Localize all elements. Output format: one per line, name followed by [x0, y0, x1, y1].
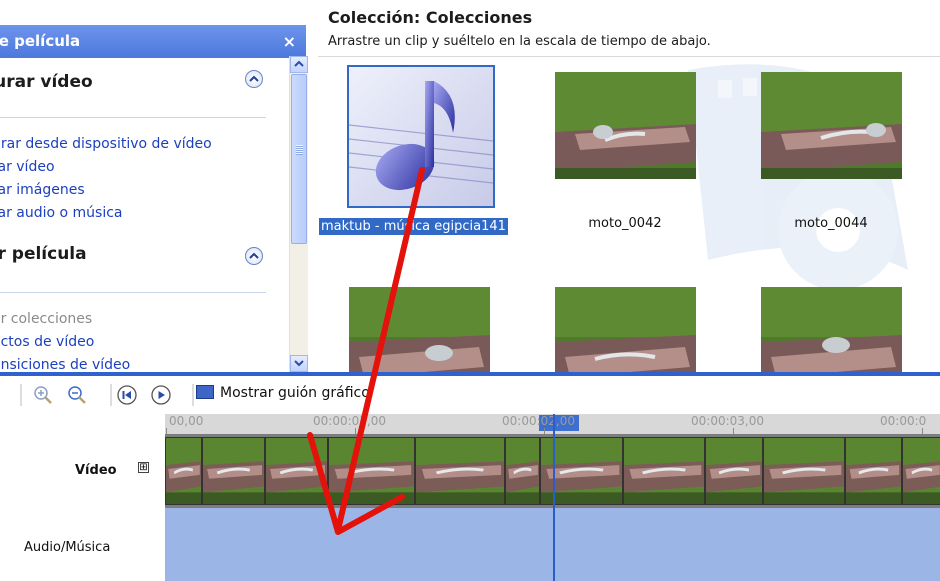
video-track-label: Vídeo	[75, 463, 117, 478]
storyboard-icon	[196, 385, 214, 399]
play-icon[interactable]	[150, 384, 172, 406]
task-import-video[interactable]: tar vídeo	[0, 159, 55, 175]
video-frame[interactable]	[328, 437, 415, 505]
collapse-section-icon[interactable]	[245, 247, 263, 265]
collapse-section-icon[interactable]	[245, 70, 263, 88]
scrollbar-thumb[interactable]	[291, 74, 307, 244]
tasks-pane-title: de película	[0, 32, 81, 50]
video-frame[interactable]	[165, 437, 202, 505]
clip-music[interactable]: maktub - música egipcia141	[319, 65, 508, 235]
clip-caption: moto_0044	[794, 216, 868, 231]
video-thumbnail	[555, 72, 696, 179]
capture-video-section-title[interactable]: turar vídeo	[0, 72, 93, 92]
timeline-toolbar: Mostrar guión gráfico	[0, 376, 940, 414]
video-frame[interactable]	[505, 437, 540, 505]
video-thumbnail	[761, 72, 902, 179]
section-divider	[0, 117, 266, 118]
collection-divider	[318, 56, 940, 57]
zoom-in-icon[interactable]	[32, 384, 54, 406]
task-video-transitions[interactable]: ansiciones de vídeo	[0, 357, 130, 372]
video-frame[interactable]	[705, 437, 763, 505]
ruler-tick-label: 00:00:01,00	[313, 414, 386, 428]
clip-caption: moto_0042	[588, 216, 662, 231]
toolbar-separator	[20, 384, 22, 406]
task-import-pictures[interactable]: tar imágenes	[0, 182, 85, 198]
task-show-collections[interactable]: ar colecciones	[0, 311, 92, 327]
video-frame[interactable]	[623, 437, 705, 505]
video-thumbnail	[349, 287, 490, 372]
task-capture-from-device[interactable]: urar desde dispositivo de vídeo	[0, 136, 212, 152]
section-divider	[0, 292, 266, 293]
show-storyboard-button[interactable]: Mostrar guión gráfico	[196, 385, 370, 405]
collection-title: Colección: Colecciones	[328, 8, 533, 27]
video-frame[interactable]	[415, 437, 505, 505]
tasks-pane: de película × turar vídeo urar desde dis…	[0, 0, 318, 372]
tasks-scrollbar[interactable]	[289, 56, 308, 372]
close-icon[interactable]: ×	[283, 25, 296, 58]
storyboard-label: Mostrar guión gráfico	[220, 385, 370, 401]
edit-movie-section-title[interactable]: ar película	[0, 244, 87, 264]
video-frame[interactable]	[902, 437, 940, 505]
video-frame[interactable]	[763, 437, 845, 505]
scroll-down-button[interactable]	[290, 355, 308, 372]
video-frame[interactable]	[265, 437, 328, 505]
ruler-tick-label: 00,00	[169, 414, 204, 428]
ruler-tick-label: 00:00:03,00	[691, 414, 764, 428]
video-frame[interactable]	[845, 437, 902, 505]
task-video-effects[interactable]: ectos de vídeo	[0, 334, 94, 350]
track-labels: Vídeo ⊞ Audio/Música	[0, 434, 165, 581]
collection-subtitle: Arrastre un clip y suéltelo en la escala…	[328, 34, 711, 49]
playhead-line[interactable]	[553, 414, 555, 581]
music-note-icon	[348, 67, 494, 206]
task-import-audio[interactable]: tar audio o música	[0, 205, 123, 221]
rewind-icon[interactable]	[116, 384, 138, 406]
ruler-tick-label: 00:00:02,00	[502, 414, 575, 428]
ruler-tick-label: 00:00:0	[880, 414, 927, 428]
zoom-out-icon[interactable]	[66, 384, 88, 406]
expand-icon[interactable]: ⊞	[138, 462, 149, 473]
tasks-pane-header: de película ×	[0, 25, 306, 58]
video-frame[interactable]	[202, 437, 265, 505]
video-thumbnail	[555, 287, 696, 372]
audio-track-label: Audio/Música	[24, 540, 111, 555]
collection-pane: Colección: Colecciones Arrastre un clip …	[318, 0, 940, 372]
scroll-up-button[interactable]	[290, 56, 308, 73]
clip-caption: maktub - música egipcia141	[319, 218, 508, 235]
video-thumbnail	[761, 287, 902, 372]
